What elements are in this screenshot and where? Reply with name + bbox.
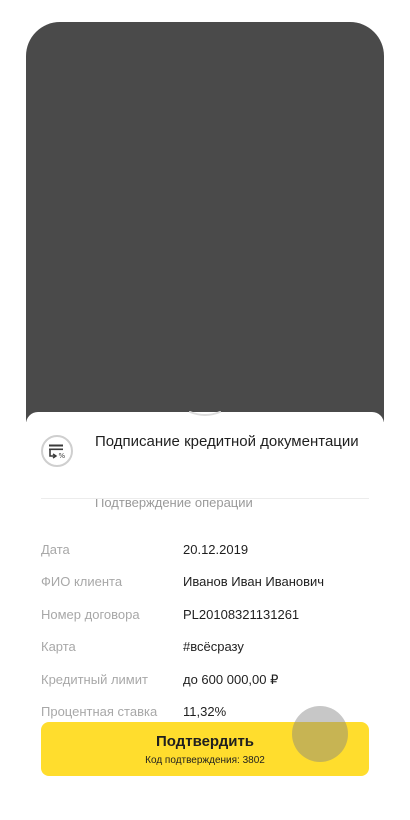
sheet-grabber-icon[interactable] [188, 410, 222, 418]
dimmed-overlay[interactable] [26, 22, 384, 422]
detail-value: #всёсразу [183, 639, 244, 654]
detail-value: Иванов Иван Иванович [183, 574, 325, 589]
detail-label: Номер договора [41, 607, 140, 622]
detail-label: Дата [41, 542, 70, 557]
detail-label: Процентная ставка [41, 704, 158, 719]
svg-text:%: % [59, 452, 66, 459]
detail-value: до 600 000,00 ₽ [183, 672, 279, 687]
operation-title: Подписание кредитной документации [95, 433, 359, 450]
bottom-sheet: % Подписание кредитной документации Подт… [26, 410, 384, 812]
detail-label: ФИО клиента [41, 574, 123, 589]
detail-label: Кредитный лимит [41, 672, 148, 687]
divider [41, 498, 369, 499]
detail-value: 11,32% [183, 704, 227, 719]
detail-label: Карта [41, 639, 76, 654]
detail-row-contract-number: Номер договора PL20108321131261 [41, 606, 371, 624]
document-credit-icon: % [41, 435, 73, 467]
phone-screen: % Подписание кредитной документации Подт… [26, 22, 384, 812]
detail-value: 20.12.2019 [183, 542, 249, 557]
detail-row-client-name: ФИО клиента Иванов Иван Иванович [41, 573, 371, 591]
detail-value: PL20108321131261 [183, 607, 300, 622]
detail-row-credit-limit: Кредитный лимит до 600 000,00 ₽ [41, 671, 371, 689]
touch-indicator [292, 706, 348, 762]
detail-row-date: Дата 20.12.2019 [41, 541, 371, 559]
detail-row-card: Карта #всёсразу [41, 638, 371, 656]
